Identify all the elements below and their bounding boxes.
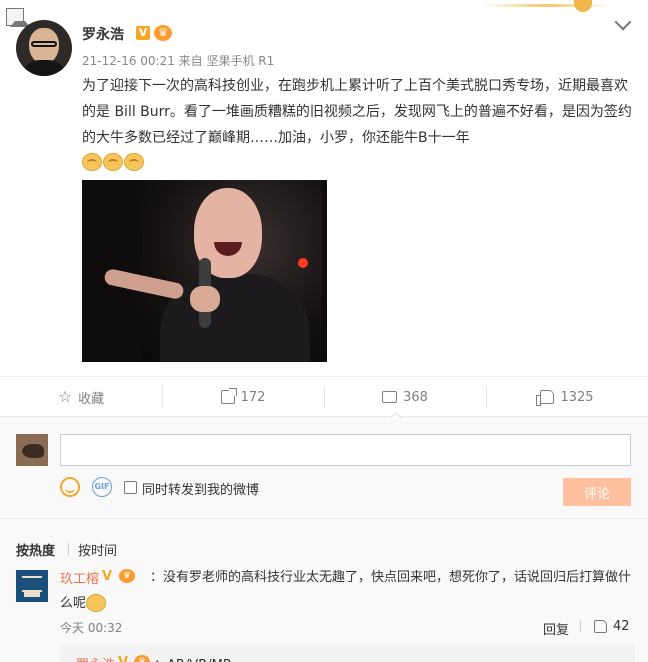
divider bbox=[0, 518, 648, 519]
fist-emoji-icon bbox=[103, 153, 123, 171]
fist-emoji-icon bbox=[86, 594, 106, 612]
comment-count: 368 bbox=[403, 389, 428, 405]
sub-reply-text: ：AR/VR/MR bbox=[154, 654, 232, 662]
thumbs-up-icon bbox=[536, 390, 555, 406]
like-count: 1325 bbox=[560, 389, 594, 405]
commenter-verified-icon: V bbox=[102, 569, 113, 584]
current-user-avatar[interactable] bbox=[16, 434, 48, 466]
sort-by-hot[interactable]: 按热度 bbox=[16, 540, 55, 559]
forward-checkbox[interactable] bbox=[124, 481, 137, 494]
reply-button[interactable]: 回复 bbox=[543, 619, 569, 638]
forward-label[interactable]: 同时转发到我的微博 bbox=[142, 479, 259, 498]
comment-text: ：没有罗老师的高科技行业太无趣了，快点回来吧，想死你了，话说回归后打算做什么呢 bbox=[60, 570, 632, 611]
sub-reply-member-icon[interactable]: ♛ bbox=[134, 655, 150, 662]
repost-button[interactable]: 172 bbox=[162, 377, 324, 417]
post-image[interactable] bbox=[82, 180, 327, 362]
chevron-down-icon[interactable] bbox=[614, 13, 632, 31]
fist-emoji-icon bbox=[82, 153, 102, 171]
favorite-label: 收藏 bbox=[78, 391, 105, 407]
submit-comment-button[interactable]: 评论 bbox=[563, 478, 631, 506]
thumbs-up-icon[interactable] bbox=[594, 620, 607, 633]
author-name[interactable]: 罗永浩 bbox=[82, 24, 124, 44]
star-icon: ☆ bbox=[57, 387, 73, 406]
comment-time: 今天 00:32 bbox=[60, 621, 123, 635]
post-action-bar: ☆ 收藏 172 368 1325 bbox=[0, 376, 648, 416]
emoji-icon[interactable] bbox=[60, 477, 80, 497]
member-emblem-icon bbox=[574, 0, 592, 12]
reply-separator bbox=[580, 620, 581, 632]
post-meta: 21-12-16 00:21 来自 坚果手机 R1 bbox=[82, 54, 275, 68]
member-decoration bbox=[482, 4, 612, 7]
comment-input[interactable] bbox=[60, 434, 631, 466]
favorite-button[interactable]: ☆ 收藏 bbox=[0, 377, 162, 417]
member-crown-icon[interactable]: ♛ bbox=[154, 25, 172, 41]
commenter-avatar[interactable] bbox=[16, 570, 48, 602]
repost-count: 172 bbox=[240, 389, 266, 405]
comment-button[interactable]: 368 bbox=[324, 377, 486, 417]
author-avatar[interactable] bbox=[16, 20, 72, 76]
fist-emoji-icon bbox=[124, 153, 144, 171]
image-placeholder-icon bbox=[6, 8, 30, 27]
sub-reply-verified-icon: V bbox=[118, 655, 128, 662]
commenter-member-icon[interactable]: ♛ bbox=[119, 569, 135, 583]
active-tab-arrow bbox=[390, 413, 402, 419]
verified-icon: V bbox=[136, 26, 150, 40]
share-icon bbox=[220, 388, 237, 404]
commenter-name[interactable]: 玖工榕 bbox=[60, 568, 99, 587]
sort-separator bbox=[68, 543, 69, 555]
comment-like-count: 42 bbox=[613, 619, 630, 634]
comment-icon bbox=[382, 387, 398, 403]
gif-icon[interactable]: GIF bbox=[92, 477, 112, 497]
post-text: 为了迎接下一次的高科技创业，在跑步机上累计听了上百个美式脱口秀专场，近期最喜欢的… bbox=[82, 78, 632, 146]
sub-reply-user[interactable]: 罗永浩 bbox=[76, 654, 115, 662]
like-button[interactable]: 1325 bbox=[486, 377, 648, 417]
sort-by-time[interactable]: 按时间 bbox=[78, 540, 117, 559]
emoji-row bbox=[82, 153, 144, 171]
